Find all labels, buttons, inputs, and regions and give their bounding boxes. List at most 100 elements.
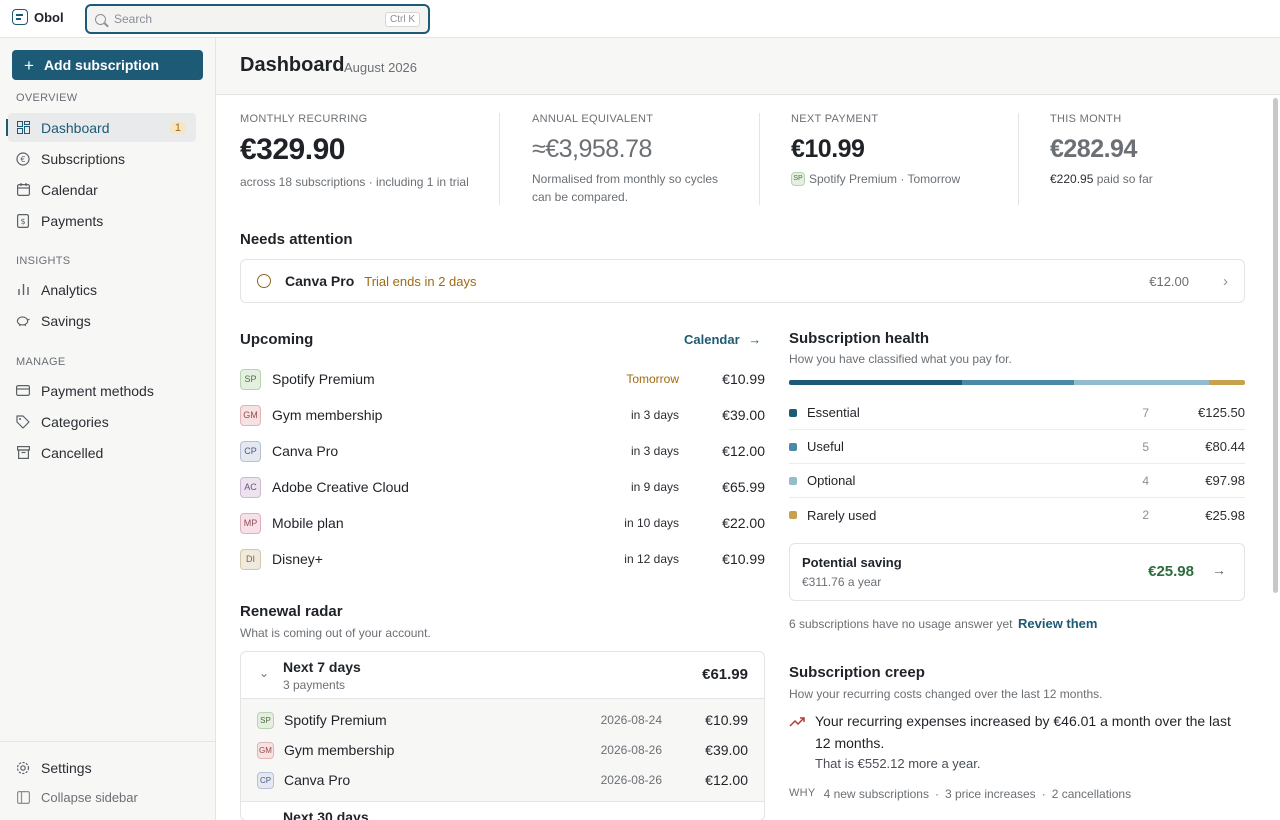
why-item[interactable]: 4 new subscriptions — [824, 787, 929, 801]
sidebar-item-payments[interactable]: $ Payments — [8, 206, 196, 235]
radar-group-next-7-days[interactable]: ⌄ Next 7 days 3 payments €61.99 — [241, 652, 764, 698]
upcoming-row[interactable]: MP Mobile plan in 10 days €22.00 — [240, 505, 765, 541]
creep-yearly: That is €552.12 more a year. — [815, 756, 981, 771]
upcoming-row[interactable]: SP Spotify Premium Tomorrow €10.99 — [240, 361, 765, 397]
health-row-essential[interactable]: Essential 7 €125.50 — [789, 396, 1245, 430]
chevron-right-icon: › — [1223, 272, 1228, 290]
review-them-link[interactable]: Review them — [1018, 616, 1097, 631]
upcoming-amount: €12.00 — [722, 443, 765, 459]
upcoming-row[interactable]: DI Disney+ in 12 days €10.99 — [240, 541, 765, 577]
potential-saving-card[interactable]: Potential saving €311.76 a year €25.98 → — [789, 543, 1245, 601]
sidebar-item-cancelled[interactable]: Cancelled — [8, 438, 196, 467]
radar-row[interactable]: CP Canva Pro 2026-08-26 €12.00 — [257, 765, 748, 795]
svg-text:€: € — [20, 155, 25, 164]
subscription-creep-title: Subscription creep — [789, 664, 925, 681]
collapse-sidebar-button[interactable]: Collapse sidebar — [8, 783, 196, 812]
kpi-value: €282.94 — [1050, 135, 1137, 163]
paid-amount: €220.95 — [1050, 172, 1094, 186]
vertical-scrollbar[interactable] — [1273, 98, 1278, 593]
radar-row-name: Gym membership — [284, 742, 395, 758]
health-row-rarely-used[interactable]: Rarely used 2 €25.98 — [789, 498, 1245, 532]
sidebar-item-calendar[interactable]: Calendar — [8, 175, 196, 204]
upcoming-row[interactable]: GM Gym membership in 3 days €39.00 — [240, 397, 765, 433]
health-bar-segment — [962, 380, 1074, 385]
page-period: August 2026 — [344, 60, 418, 75]
credit-card-icon — [16, 384, 30, 398]
calendar-link[interactable]: Calendar → — [684, 332, 761, 347]
sidebar-item-dashboard[interactable]: Dashboard 1 — [6, 113, 196, 142]
upcoming-name: Canva Pro — [272, 443, 339, 459]
upcoming-row[interactable]: CP Canva Pro in 3 days €12.00 — [240, 433, 765, 469]
sidebar-item-payment-methods[interactable]: Payment methods — [8, 376, 196, 405]
radar-row[interactable]: GM Gym membership 2026-08-26 €39.00 — [257, 735, 748, 765]
sidebar-footer: Settings Collapse sidebar — [0, 741, 215, 805]
upcoming-name: Spotify Premium — [272, 371, 375, 387]
radar-group-total: €61.99 — [702, 666, 748, 683]
upcoming-name: Adobe Creative Cloud — [272, 479, 409, 495]
kpi-annual-equivalent: ANNUAL EQUIVALENT ≈€3,958.78 Normalised … — [532, 113, 732, 206]
sidebar-item-subscriptions[interactable]: € Subscriptions — [8, 144, 196, 173]
health-row-count: 4 — [1142, 473, 1149, 488]
health-row-useful[interactable]: Useful 5 €80.44 — [789, 430, 1245, 464]
attention-count-badge: 1 — [169, 121, 186, 134]
receipt-icon: $ — [16, 213, 30, 228]
sidebar-item-categories[interactable]: Categories — [8, 407, 196, 436]
kpi-value: €329.90 — [240, 133, 345, 166]
radar-row-name: Canva Pro — [284, 772, 351, 788]
sidebar-item-label: Analytics — [41, 281, 98, 298]
gear-icon — [16, 761, 30, 775]
radar-row-date: 2026-08-24 — [600, 713, 662, 727]
radar-row-amount: €10.99 — [705, 712, 748, 728]
upcoming-name: Mobile plan — [272, 515, 344, 531]
upcoming-title: Upcoming — [240, 331, 314, 348]
health-row-amount: €97.98 — [1205, 473, 1245, 488]
why-item[interactable]: 3 price increases — [945, 787, 1036, 801]
upcoming-name: Gym membership — [272, 407, 383, 423]
health-distribution-bar — [789, 380, 1245, 385]
add-subscription-button[interactable]: + Add subscription — [12, 50, 203, 80]
sidebar: + Add subscription OVERVIEW Dashboard 1 … — [0, 38, 216, 820]
search-input[interactable] — [114, 12, 385, 26]
app-name: Obol — [34, 9, 64, 25]
upcoming-when: in 3 days — [630, 444, 679, 458]
upcoming-row[interactable]: AC Adobe Creative Cloud in 9 days €65.99 — [240, 469, 765, 505]
radar-row[interactable]: SP Spotify Premium 2026-08-24 €10.99 — [257, 705, 748, 735]
sidebar-item-analytics[interactable]: Analytics — [8, 275, 196, 304]
search-box[interactable]: Ctrl K — [85, 4, 430, 34]
sidebar-item-savings[interactable]: Savings — [8, 306, 196, 335]
section-label-overview: OVERVIEW — [16, 92, 78, 104]
health-row-name: Essential — [807, 405, 860, 420]
color-swatch — [789, 408, 797, 417]
radar-group-count: 3 payments — [283, 678, 346, 692]
sidebar-item-settings[interactable]: Settings — [8, 753, 196, 782]
kpi-subtext: €220.95 paid so far — [1050, 170, 1250, 188]
upcoming-amount: €22.00 — [722, 515, 765, 531]
kpi-subtext: across 18 subscriptions · including 1 in… — [240, 175, 469, 189]
paid-label: paid so far — [1096, 172, 1153, 186]
color-swatch — [789, 442, 797, 451]
avatar: CP — [257, 771, 274, 789]
app-logo[interactable]: Obol — [12, 9, 64, 25]
sidebar-item-label: Settings — [41, 759, 92, 776]
renewal-radar-subtitle: What is coming out of your account. — [240, 626, 431, 640]
radar-group-next-30-days[interactable]: Next 30 days — [283, 809, 369, 820]
kpi-divider — [499, 113, 500, 205]
health-bar-segment — [789, 380, 963, 385]
radar-row-amount: €12.00 — [705, 772, 748, 788]
creep-headline: Your recurring expenses increased by €46… — [815, 713, 1231, 751]
potential-saving-annual: €311.76 a year — [802, 575, 881, 589]
radar-row-date: 2026-08-26 — [600, 743, 662, 757]
tag-icon — [16, 414, 30, 429]
collapse-sidebar-label: Collapse sidebar — [41, 790, 138, 805]
health-row-optional[interactable]: Optional 4 €97.98 — [789, 464, 1245, 498]
kpi-label: MONTHLY RECURRING — [240, 113, 368, 125]
upcoming-amount: €10.99 — [722, 371, 765, 387]
kpi-value: €10.99 — [791, 135, 865, 163]
radar-list: SP Spotify Premium 2026-08-24 €10.99 GM … — [241, 698, 764, 802]
avatar: GM — [257, 741, 274, 759]
page-title: Dashboard — [240, 54, 345, 76]
radar-row-amount: €39.00 — [705, 742, 748, 758]
upcoming-when: in 3 days — [630, 408, 679, 422]
attention-item[interactable]: Canva Pro Trial ends in 2 days €12.00 › — [240, 259, 1245, 303]
why-item[interactable]: 2 cancellations — [1052, 787, 1131, 801]
